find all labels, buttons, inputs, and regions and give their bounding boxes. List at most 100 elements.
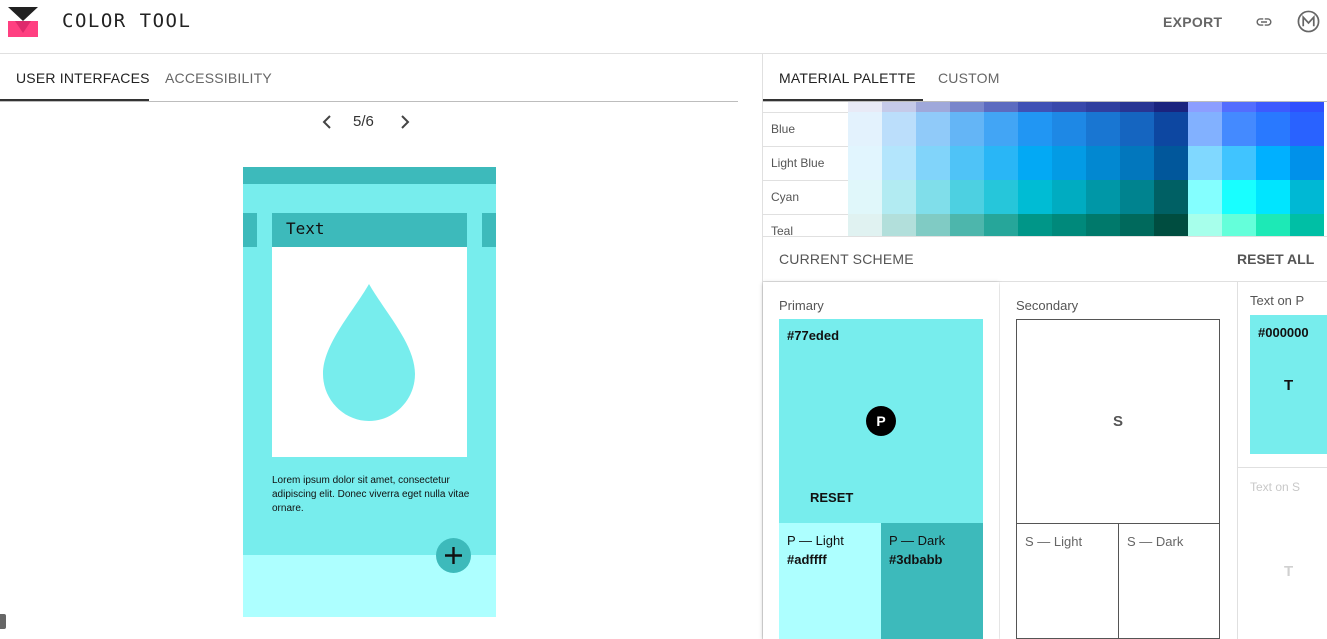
- export-button[interactable]: EXPORT: [1163, 14, 1222, 30]
- palette-swatch[interactable]: [916, 102, 950, 112]
- palette-swatch[interactable]: [882, 112, 916, 146]
- palette-swatch[interactable]: [848, 102, 882, 112]
- palette-swatch[interactable]: [1256, 146, 1290, 180]
- reset-all-button[interactable]: RESET ALL: [1237, 251, 1314, 267]
- palette-swatch[interactable]: [1052, 112, 1086, 146]
- link-icon[interactable]: [1253, 13, 1275, 31]
- material-design-icon[interactable]: [1297, 10, 1320, 33]
- palette-swatch[interactable]: [848, 146, 882, 180]
- palette-swatch[interactable]: [1120, 180, 1154, 214]
- palette-swatch[interactable]: [882, 214, 916, 236]
- palette-swatch[interactable]: [1188, 180, 1222, 214]
- row-divider: [763, 214, 848, 215]
- primary-light-swatch[interactable]: P — Light #adffff: [779, 523, 881, 639]
- palette-swatch[interactable]: [984, 146, 1018, 180]
- palette-swatch[interactable]: [1120, 214, 1154, 236]
- palette-swatch[interactable]: [848, 180, 882, 214]
- mock-fab-button[interactable]: [436, 538, 471, 573]
- palette-swatch[interactable]: [1018, 214, 1052, 236]
- secondary-swatch[interactable]: S: [1016, 319, 1220, 524]
- palette-swatch[interactable]: [916, 146, 950, 180]
- palette-swatch[interactable]: [882, 180, 916, 214]
- palette-swatch[interactable]: [1086, 102, 1120, 112]
- palette-swatch[interactable]: [1188, 214, 1222, 236]
- palette-swatch[interactable]: [1154, 146, 1188, 180]
- chevron-left-icon[interactable]: [318, 112, 336, 132]
- palette-swatch[interactable]: [1120, 112, 1154, 146]
- secondary-dark-swatch[interactable]: S — Dark: [1118, 523, 1220, 639]
- palette-swatch[interactable]: [1052, 180, 1086, 214]
- palette-swatch[interactable]: [848, 112, 882, 146]
- palette-swatch[interactable]: [1018, 102, 1052, 112]
- palette-swatch[interactable]: [1086, 180, 1120, 214]
- row-divider: [763, 180, 848, 181]
- palette-swatch[interactable]: [1154, 112, 1188, 146]
- secondary-light-swatch[interactable]: S — Light: [1016, 523, 1119, 639]
- palette-swatch[interactable]: [1222, 112, 1256, 146]
- palette-swatch[interactable]: [1120, 102, 1154, 112]
- palette-swatch[interactable]: [1154, 102, 1188, 112]
- palette-swatch[interactable]: [1086, 146, 1120, 180]
- palette-swatch[interactable]: [950, 146, 984, 180]
- chevron-right-icon[interactable]: [396, 112, 414, 132]
- tab-accessibility[interactable]: ACCESSIBILITY: [165, 70, 272, 86]
- palette-swatch[interactable]: [950, 102, 984, 112]
- palette-swatch[interactable]: [1222, 180, 1256, 214]
- palette-swatch[interactable]: [1188, 146, 1222, 180]
- palette-swatch[interactable]: [1222, 102, 1256, 112]
- palette-swatch[interactable]: [1256, 102, 1290, 112]
- tab-user-interfaces[interactable]: USER INTERFACES: [16, 70, 150, 86]
- palette-swatch[interactable]: [1052, 102, 1086, 112]
- palette-swatch[interactable]: [916, 214, 950, 236]
- palette-swatch[interactable]: [1222, 146, 1256, 180]
- palette-row-cyan: [848, 180, 1327, 214]
- palette-swatch[interactable]: [1290, 112, 1324, 146]
- palette-swatch[interactable]: [1154, 214, 1188, 236]
- palette-swatch[interactable]: [984, 102, 1018, 112]
- palette-swatch[interactable]: [1188, 102, 1222, 112]
- primary-reset-button[interactable]: RESET: [810, 490, 853, 505]
- palette-swatch[interactable]: [1052, 146, 1086, 180]
- palette-swatch[interactable]: [1188, 112, 1222, 146]
- tab-material-palette[interactable]: MATERIAL PALETTE: [779, 70, 916, 86]
- active-tab-indicator: [763, 99, 923, 101]
- page-indicator: 5/6: [353, 113, 374, 130]
- palette-swatch[interactable]: [950, 214, 984, 236]
- text-on-secondary-letter[interactable]: T: [1284, 563, 1293, 580]
- palette-swatch[interactable]: [984, 112, 1018, 146]
- text-color-card: Text on P #000000 T Text on S T: [1237, 282, 1327, 639]
- palette-swatch[interactable]: [1256, 112, 1290, 146]
- scroll-handle[interactable]: [0, 614, 6, 629]
- palette-swatch[interactable]: [916, 180, 950, 214]
- palette-swatch[interactable]: [950, 180, 984, 214]
- palette-swatch[interactable]: [848, 214, 882, 236]
- palette-swatch[interactable]: [1018, 146, 1052, 180]
- palette-tabs: MATERIAL PALETTE CUSTOM: [763, 54, 1327, 102]
- palette-swatch[interactable]: [1290, 146, 1324, 180]
- palette-swatch[interactable]: [1086, 112, 1120, 146]
- palette-row-labels: Blue Light Blue Cyan Teal: [763, 102, 848, 236]
- text-on-primary-swatch[interactable]: #000000 T: [1250, 315, 1327, 454]
- palette-swatch[interactable]: [984, 180, 1018, 214]
- palette-swatch[interactable]: [1256, 180, 1290, 214]
- palette-swatch[interactable]: [984, 214, 1018, 236]
- tab-custom[interactable]: CUSTOM: [938, 70, 1000, 86]
- palette-swatch[interactable]: [1222, 214, 1256, 236]
- palette-swatch[interactable]: [1154, 180, 1188, 214]
- palette-swatch[interactable]: [882, 102, 916, 112]
- palette-swatch[interactable]: [882, 146, 916, 180]
- palette-swatch[interactable]: [1052, 214, 1086, 236]
- palette-swatch[interactable]: [1256, 214, 1290, 236]
- palette-swatch[interactable]: [1086, 214, 1120, 236]
- text-on-primary-section: Text on P #000000 T: [1238, 282, 1327, 468]
- palette-swatch[interactable]: [1120, 146, 1154, 180]
- palette-swatch[interactable]: [1018, 112, 1052, 146]
- palette-swatch[interactable]: [1290, 214, 1324, 236]
- primary-dark-swatch[interactable]: P — Dark #3dbabb: [881, 523, 983, 639]
- palette-swatch[interactable]: [1290, 102, 1324, 112]
- palette-swatch[interactable]: [916, 112, 950, 146]
- palette-swatch[interactable]: [950, 112, 984, 146]
- primary-swatch[interactable]: #77eded P RESET: [779, 319, 983, 523]
- palette-swatch[interactable]: [1290, 180, 1324, 214]
- palette-swatch[interactable]: [1018, 180, 1052, 214]
